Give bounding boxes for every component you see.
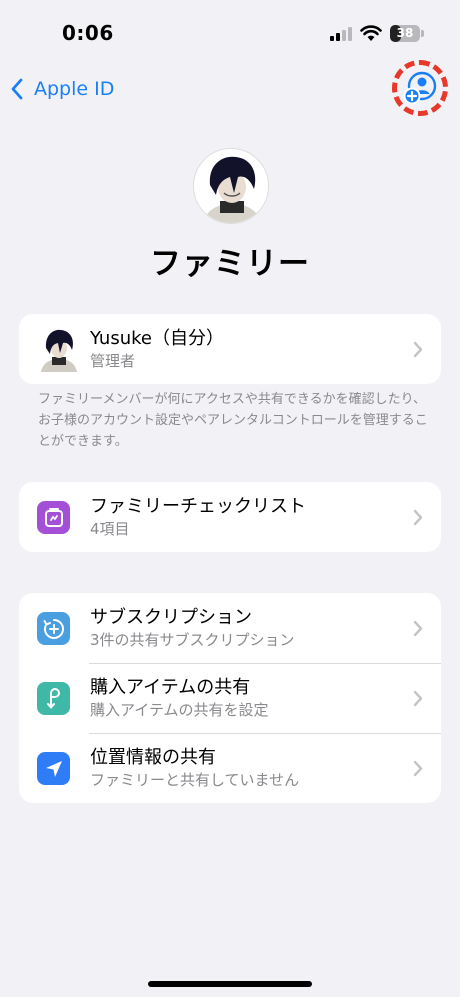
battery-icon: 38 [390,25,420,42]
features-card: サブスクリプション 3件の共有サブスクリプション 購入アイテムの共有 購入アイテ… [19,593,441,803]
checklist-title: ファミリーチェックリスト [90,496,306,517]
checklist-card: ファミリーチェックリスト 4項目 [19,482,441,552]
battery-nub [421,30,424,37]
back-button[interactable]: Apple ID [10,74,114,104]
cellular-signal-icon [330,27,352,41]
purchase-sharing-glyph [46,687,60,708]
location-sharing-row[interactable]: 位置情報の共有 ファミリーと共有していません [19,733,441,803]
chevron-right-icon [413,341,423,358]
status-time: 0:06 [62,21,114,45]
location-sharing-subtitle: ファミリーと共有していません [90,771,300,789]
wifi-icon [360,25,382,41]
family-organizer-avatar [193,148,269,224]
checklist-row[interactable]: ファミリーチェックリスト 4項目 [19,482,441,552]
subscriptions-texts: サブスクリプション 3件の共有サブスクリプション [90,607,401,650]
member-avatar [37,326,81,372]
purchase-sharing-title: 購入アイテムの共有 [90,677,251,698]
location-icon [37,752,70,785]
avatar-image [194,149,268,223]
location-arrow-glyph [45,760,62,777]
home-indicator[interactable] [148,981,312,987]
battery-percent: 38 [396,26,414,40]
member-name: Yusuke（自分） [90,328,224,349]
member-avatar-image [37,326,81,372]
back-label: Apple ID [34,78,115,100]
subscription-icon [37,612,70,645]
member-texts: Yusuke（自分） 管理者 [90,328,401,371]
member-role: 管理者 [90,352,136,370]
location-sharing-title: 位置情報の共有 [90,747,216,768]
chevron-right-icon [413,690,423,707]
member-card: Yusuke（自分） 管理者 [19,314,441,384]
purchase-sharing-icon [37,682,70,715]
subscriptions-subtitle: 3件の共有サブスクリプション [90,631,295,649]
family-footnote: ファミリーメンバーが何にアクセスや共有できるかを確認したり、お子様のアカウント設… [38,392,428,449]
chevron-right-icon [413,620,423,637]
checklist-texts: ファミリーチェックリスト 4項目 [90,496,401,539]
subscriptions-row[interactable]: サブスクリプション 3件の共有サブスクリプション [19,593,441,663]
chevron-left-icon [11,78,23,100]
status-bar: 0:06 38 [0,0,460,60]
subscriptions-title: サブスクリプション [90,607,252,628]
purchase-sharing-row[interactable]: 購入アイテムの共有 購入アイテムの共有を設定 [19,663,441,733]
screen: 0:06 38 Apple ID ファミリー Yusuke（自分） 管理者 ファ… [0,0,460,997]
chevron-right-icon [413,760,423,777]
location-sharing-texts: 位置情報の共有 ファミリーと共有していません [90,747,401,790]
add-member-button[interactable] [392,60,448,116]
purchase-sharing-texts: 購入アイテムの共有 購入アイテムの共有を設定 [90,677,401,720]
checklist-subtitle: 4項目 [90,520,130,538]
checklist-glyph [44,507,63,527]
person-add-icon [403,71,437,105]
page-title: ファミリー [150,246,310,282]
chevron-right-icon [413,509,423,526]
member-row[interactable]: Yusuke（自分） 管理者 [19,314,441,384]
checklist-icon [37,501,70,534]
purchase-sharing-subtitle: 購入アイテムの共有を設定 [90,701,269,719]
subscription-glyph [43,618,64,639]
